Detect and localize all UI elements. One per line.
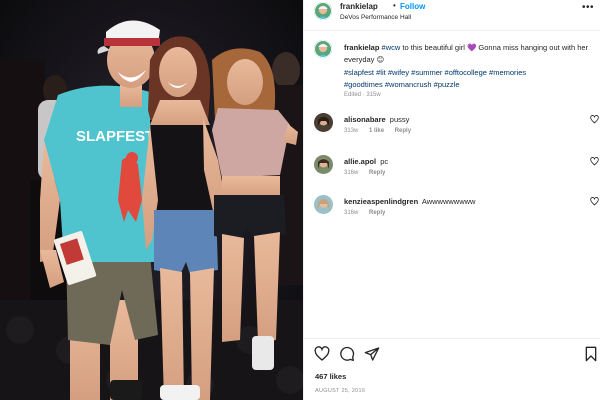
hashtag[interactable]: #slapfest	[344, 68, 374, 77]
comment-item: allie.apol pc 316w Reply	[304, 154, 600, 190]
post-action-bar	[304, 346, 600, 366]
comment-heart-icon[interactable]	[590, 157, 599, 166]
comment-username[interactable]: alisonabare	[344, 115, 386, 124]
shirt-print-text: SLAPFEST	[76, 128, 154, 145]
comment-username[interactable]: kenzieaspenlindgren	[344, 197, 418, 206]
more-options-icon[interactable]: •••	[582, 2, 594, 13]
post-date: AUGUST 25, 2016	[315, 388, 366, 394]
caption-author-avatar[interactable]	[314, 40, 332, 58]
comment-icon[interactable]	[339, 346, 355, 362]
comment-text: pussy	[389, 115, 410, 124]
likes-count[interactable]: 467 likes	[315, 372, 346, 381]
hashtag[interactable]: #memories	[489, 68, 526, 77]
paper-plane-icon[interactable]	[364, 346, 380, 362]
post-location[interactable]: DeVos Performance Hall	[340, 14, 411, 21]
caption-body-part-1: to this beautiful girl	[400, 43, 467, 52]
caption-edited-time: Edited · 315w	[344, 92, 381, 98]
separator-dot: •	[393, 1, 396, 10]
caption-username[interactable]: frankielap	[344, 43, 379, 52]
comment-reply-button[interactable]: Reply	[395, 128, 411, 134]
purple-heart-emoji: 💜	[467, 43, 477, 52]
caption-hashtag-wcw[interactable]: #wcw	[382, 43, 401, 52]
commenter-avatar[interactable]	[314, 195, 333, 214]
hashtag[interactable]: #lit	[376, 68, 386, 77]
comment-like-count[interactable]: 1 like	[369, 128, 384, 134]
hashtag[interactable]: #womancrush	[385, 80, 432, 89]
hashtag[interactable]: #wifey	[388, 68, 409, 77]
comment-time: 316w	[344, 170, 359, 176]
comment-item: kenzieaspenlindgren Awwwwwwwww 316w Repl…	[304, 194, 600, 230]
author-username[interactable]: frankielap	[340, 2, 378, 11]
comment-heart-icon[interactable]	[590, 197, 599, 206]
comment-item: alisonabare pussy 313w 1 like Reply	[304, 112, 600, 148]
comment-text: pc	[380, 157, 389, 166]
actions-divider	[304, 338, 600, 339]
comment-reply-button[interactable]: Reply	[369, 170, 385, 176]
hashtag[interactable]: #goodtimes	[344, 80, 383, 89]
hashtag[interactable]: #offtocollege	[445, 68, 487, 77]
smile-emoji: 😊	[376, 55, 385, 65]
bookmark-icon[interactable]	[583, 346, 599, 362]
heart-outline-icon[interactable]	[314, 346, 330, 362]
commenter-avatar[interactable]	[314, 155, 333, 174]
follow-button[interactable]: Follow	[400, 2, 425, 11]
post-header: frankielap • Follow DeVos Performance Ha…	[304, 0, 600, 30]
post-photo-illustration: SLAPFEST	[0, 0, 303, 400]
comment-username[interactable]: allie.apol	[344, 157, 376, 166]
comment-text: Awwwwwwwww	[421, 197, 476, 206]
comment-time: 316w	[344, 210, 359, 216]
hashtag[interactable]: #puzzle	[434, 80, 460, 89]
hashtag[interactable]: #summer	[411, 68, 442, 77]
post-photo[interactable]: SLAPFEST	[0, 0, 303, 400]
caption-text: frankielap #wcw to this beautiful girl 💜…	[344, 42, 594, 91]
author-avatar[interactable]	[314, 2, 332, 20]
comment-heart-icon[interactable]	[590, 115, 599, 124]
post-side-panel: frankielap • Follow DeVos Performance Ha…	[303, 0, 600, 400]
comment-time: 313w	[344, 128, 359, 134]
comment-reply-button[interactable]: Reply	[369, 210, 385, 216]
header-divider	[304, 30, 600, 31]
commenter-avatar[interactable]	[314, 113, 333, 132]
